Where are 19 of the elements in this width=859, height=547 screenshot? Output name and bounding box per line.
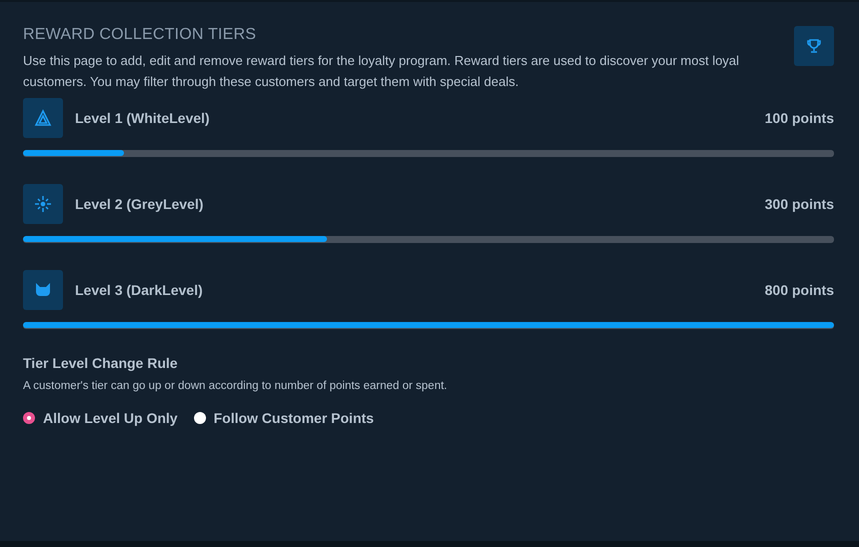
tier-points: 800 points <box>764 282 834 298</box>
cat-icon <box>34 281 52 299</box>
triangle-icon <box>34 109 52 127</box>
tier-name: Level 3 (DarkLevel) <box>75 282 203 298</box>
page-title: REWARD COLLECTION TIERS <box>23 26 258 44</box>
trophy-icon <box>806 38 822 54</box>
tier-name: Level 2 (GreyLevel) <box>75 196 204 212</box>
tier-points: 300 points <box>764 196 834 212</box>
trophy-button[interactable] <box>794 26 834 66</box>
section-title: Tier Level Change Rule <box>23 355 179 371</box>
section-description: A customer's tier can go up or down according to number of points earned or spent. <box>23 380 448 392</box>
radio-label[interactable]: Follow Customer Points <box>214 410 374 426</box>
radio-button[interactable] <box>194 412 206 424</box>
tier-name: Level 1 (WhiteLevel) <box>75 110 210 126</box>
sparkle-icon <box>34 195 52 213</box>
page-description: Use this page to add, edit and remove reward tiers for the loyalty program. Reward tiers are used to discover your most loyal customers. You may filter through these customers and target them with special deals. <box>23 52 740 91</box>
radio-button[interactable] <box>23 412 35 424</box>
tier-points: 100 points <box>764 110 834 126</box>
radio-label[interactable]: Allow Level Up Only <box>43 410 178 426</box>
